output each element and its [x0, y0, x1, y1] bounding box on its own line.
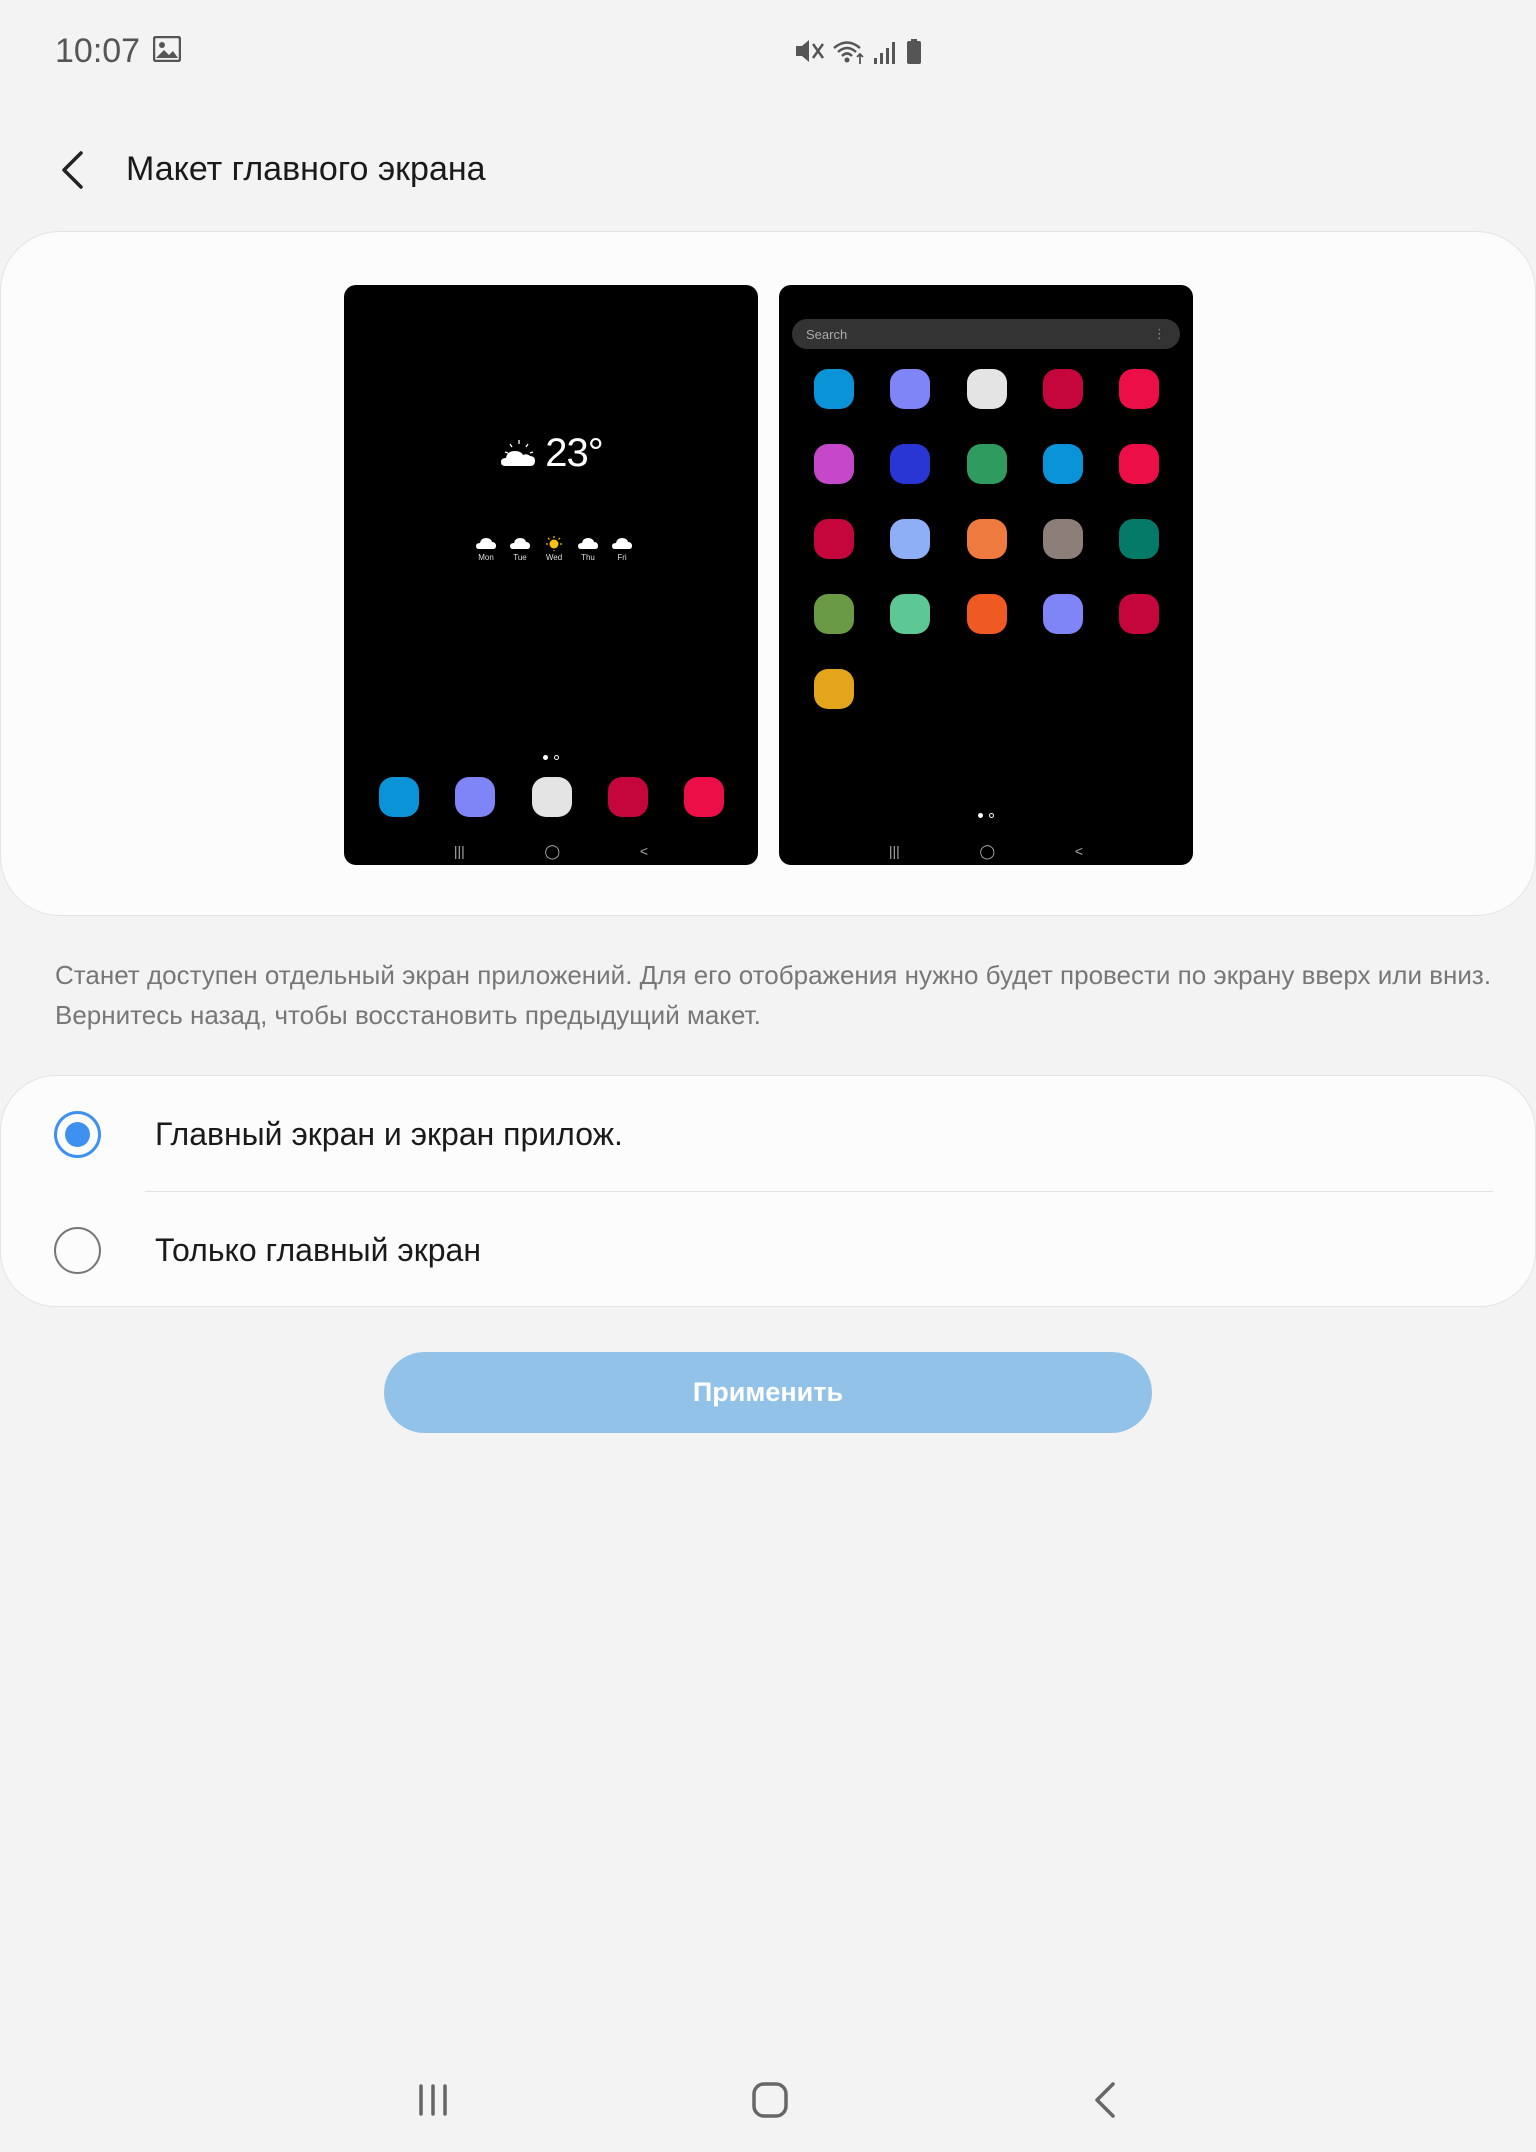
back-icon: < [1074, 843, 1084, 859]
app-icon [890, 519, 931, 559]
partly-cloudy-icon [501, 440, 536, 466]
layout-preview-card: 23° Mon Tue Wed Thu Fri ||| ◯ < Search ⋮… [0, 231, 1536, 916]
app-icon [966, 444, 1007, 484]
app-icon [607, 777, 648, 817]
home-dock [379, 777, 724, 817]
home-icon: ◯ [544, 843, 561, 859]
home-icon: ◯ [979, 843, 996, 859]
cloud-icon [612, 538, 632, 549]
app-icon [814, 444, 854, 484]
home-screen-preview: 23° Mon Tue Wed Thu Fri ||| ◯ < [344, 285, 758, 865]
app-grid [814, 369, 1159, 709]
preview-nav-bar: ||| ◯ < [779, 843, 1193, 860]
app-icon [1119, 519, 1159, 559]
chevron-left-icon [62, 151, 83, 189]
app-icon [966, 369, 1007, 409]
back-button[interactable] [50, 145, 94, 195]
more-options-icon: ⋮ [1153, 326, 1166, 341]
forecast-day: Mon [469, 535, 503, 562]
app-icon [1042, 519, 1083, 559]
forecast-day-label: Mon [478, 553, 494, 562]
app-icon [455, 777, 496, 817]
apps-screen-preview: Search ⋮ ||| ◯ < [779, 285, 1193, 865]
app-icon [684, 777, 724, 817]
app-icon [966, 519, 1007, 559]
forecast-day-label: Tue [513, 553, 527, 562]
apply-button[interactable]: Применить [384, 1352, 1152, 1433]
home-icon [752, 2082, 788, 2118]
search-placeholder: Search [806, 326, 848, 342]
cloud-icon [476, 538, 496, 549]
recent-apps-icon: ||| [453, 843, 465, 859]
app-icon [1042, 369, 1083, 409]
app-icon [1119, 594, 1159, 634]
forecast-day: Wed [537, 535, 571, 562]
battery-icon [907, 39, 921, 64]
forecast-day: Thu [571, 535, 605, 562]
status-icons [794, 36, 934, 71]
weather-temperature: 23° [545, 430, 603, 475]
radio-button-selected[interactable] [54, 1111, 101, 1158]
navigation-bar [0, 2060, 1536, 2140]
weather-forecast: Mon Tue Wed Thu Fri [469, 535, 639, 562]
app-icon [1119, 369, 1159, 409]
page-indicator [779, 813, 1193, 818]
app-icon [890, 369, 931, 409]
option-home-and-apps[interactable]: Главный экран и экран прилож. [1, 1076, 1535, 1192]
weather-widget: 23° [344, 423, 758, 483]
page-dot-active [543, 755, 548, 760]
recent-apps-icon [419, 2084, 447, 2116]
status-time: 10:07 [55, 32, 141, 70]
recent-apps-icon: ||| [888, 843, 900, 859]
app-icon [379, 777, 419, 817]
app-icon [814, 519, 854, 559]
preview-nav-bar: ||| ◯ < [344, 843, 758, 860]
back-icon [1095, 2082, 1115, 2118]
layout-options: Главный экран и экран прилож. Только гла… [0, 1075, 1536, 1307]
page-dot [554, 755, 559, 760]
app-icon [1119, 444, 1159, 484]
app-icon [890, 444, 931, 484]
status-bar: 10:07 [0, 0, 1536, 106]
forecast-day-label: Fri [617, 553, 627, 562]
back-button[interactable] [1060, 2060, 1150, 2140]
forecast-day-label: Thu [581, 553, 595, 562]
option-label: Только главный экран [155, 1232, 481, 1268]
header: Макет главного экрана [0, 120, 1536, 220]
home-button[interactable] [725, 2060, 815, 2140]
cloud-icon [578, 538, 598, 549]
app-icon [814, 369, 854, 409]
signal-icon [874, 42, 895, 64]
wifi-icon [833, 41, 864, 64]
mute-icon [796, 40, 825, 62]
forecast-day-label: Wed [545, 553, 563, 562]
option-home-only[interactable]: Только главный экран [1, 1192, 1535, 1308]
app-icon [1042, 594, 1083, 634]
page-title: Макет главного экрана [126, 150, 486, 188]
page-dot [989, 813, 994, 818]
page-indicator [344, 755, 758, 760]
back-icon: < [639, 843, 649, 859]
gallery-icon [152, 35, 182, 67]
forecast-day: Tue [503, 535, 537, 562]
recent-apps-button[interactable] [388, 2060, 478, 2140]
radio-button[interactable] [54, 1227, 101, 1274]
layout-description: Станет доступен отдельный экран приложен… [55, 960, 1492, 1030]
preview-search-bar: Search ⋮ [792, 319, 1180, 349]
app-icon [966, 594, 1007, 634]
app-icon [814, 669, 854, 709]
app-icon [814, 594, 854, 634]
option-label: Главный экран и экран прилож. [155, 1116, 623, 1152]
app-icon [890, 594, 931, 634]
page-dot-active [978, 813, 983, 818]
sun-icon [546, 536, 562, 551]
app-icon [1042, 444, 1083, 484]
cloud-icon [510, 538, 530, 549]
forecast-day: Fri [605, 535, 639, 562]
app-icon [531, 777, 572, 817]
